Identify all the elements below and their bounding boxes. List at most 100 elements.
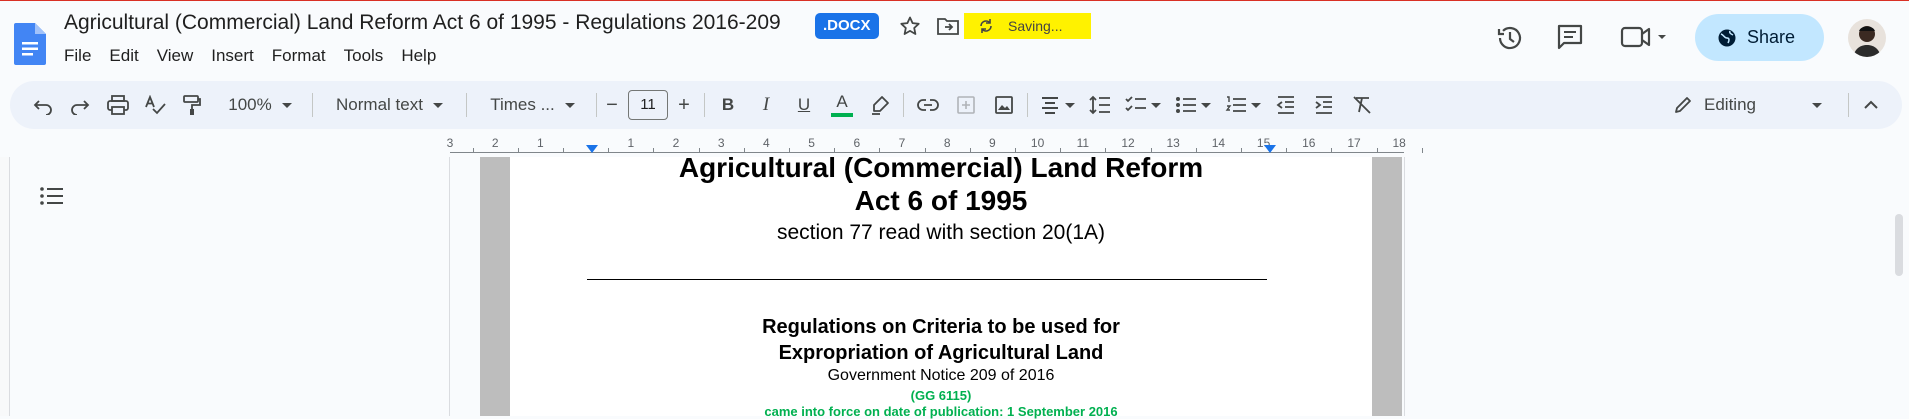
- ruler-tick-label: 1: [627, 136, 635, 150]
- ruler-tick-label: 2: [491, 136, 499, 150]
- star-icon[interactable]: [898, 14, 922, 38]
- meet-icon[interactable]: [1620, 23, 1668, 56]
- saving-status: Saving...: [964, 13, 1091, 39]
- menu-help[interactable]: Help: [401, 45, 445, 66]
- page-margin-left: [480, 157, 510, 416]
- italic-button[interactable]: I: [751, 81, 781, 129]
- ruler-tick-label: 8: [943, 136, 951, 150]
- menu-format[interactable]: Format: [272, 45, 335, 66]
- checklist-icon[interactable]: [1120, 81, 1166, 129]
- editing-mode-label: Editing: [1704, 95, 1756, 114]
- chevron-up-icon[interactable]: [1856, 81, 1886, 129]
- sync-icon: [980, 19, 992, 33]
- bulleted-list-icon[interactable]: [1170, 81, 1216, 129]
- numbered-list-icon[interactable]: [1220, 81, 1266, 129]
- vertical-ruler: [0, 157, 10, 416]
- page-edge: [1404, 157, 1405, 416]
- doc-heading-line2: Act 6 of 1995: [854, 185, 1028, 216]
- chevron-down-icon: [1151, 102, 1161, 108]
- history-icon[interactable]: [1495, 23, 1525, 58]
- page-edge: [449, 157, 450, 416]
- redo-icon[interactable]: [65, 81, 95, 129]
- doc-section-line: section 77 read with section 20(1A): [776, 221, 1105, 244]
- toolbar-divider: [704, 93, 705, 117]
- ruler-tick-label: 13: [1166, 136, 1180, 150]
- ruler-tick: [1376, 148, 1378, 153]
- style-select[interactable]: Normal text: [322, 81, 457, 129]
- ruler-tick-label: 17: [1347, 136, 1361, 150]
- move-to-folder-icon[interactable]: [936, 15, 960, 37]
- toolbar-divider: [312, 93, 313, 117]
- menu-bar: File Edit View Insert Format Tools Help: [64, 45, 454, 66]
- increase-indent-icon[interactable]: [1309, 81, 1339, 129]
- ruler-tick-label: 11: [1076, 136, 1090, 150]
- link-icon[interactable]: [913, 81, 943, 129]
- chevron-down-icon: [1064, 102, 1075, 108]
- print-icon[interactable]: [103, 81, 133, 129]
- decrease-font-button[interactable]: −: [598, 81, 626, 129]
- text-color-swatch: [831, 113, 853, 117]
- image-icon[interactable]: [989, 81, 1019, 129]
- zoom-select[interactable]: 100%: [215, 81, 305, 129]
- vertical-scrollbar[interactable]: [1895, 214, 1903, 276]
- highlighter-icon[interactable]: [865, 81, 895, 129]
- gazette-number: (GG 6115): [910, 388, 972, 403]
- docs-logo-icon[interactable]: [14, 23, 46, 65]
- clear-formatting-icon[interactable]: [1347, 81, 1377, 129]
- ruler-tick-label: 5: [808, 136, 815, 150]
- ruler-tick-label: 12: [1121, 136, 1135, 150]
- ruler-tick: [1421, 148, 1423, 153]
- share-button[interactable]: Share: [1695, 14, 1824, 61]
- outline-icon[interactable]: [40, 186, 64, 211]
- editing-mode-select[interactable]: Editing: [1660, 81, 1840, 129]
- paint-format-icon[interactable]: [177, 81, 207, 129]
- ruler-tick-label: 10: [1030, 136, 1045, 150]
- government-notice: Government Notice 209 of 2016: [827, 367, 1055, 384]
- comment-icon[interactable]: [1556, 23, 1584, 56]
- ruler-tick-label: 18: [1392, 136, 1406, 150]
- underline-button[interactable]: U: [789, 81, 819, 129]
- ruler-tick-label: 6: [853, 136, 861, 150]
- ruler-tick-label: 3: [446, 136, 454, 150]
- menu-file[interactable]: File: [64, 45, 100, 66]
- toolbar-divider: [903, 93, 904, 117]
- toolbar: 100% Normal text Times ... − 11 + B I U …: [10, 81, 1902, 129]
- ruler-tick-label: 7: [898, 136, 906, 150]
- commencement-note: came into force on date of publication: …: [764, 404, 1118, 419]
- font-select[interactable]: Times ...: [475, 81, 590, 129]
- ruler-tick-label: 9: [989, 136, 996, 150]
- increase-font-button[interactable]: +: [670, 81, 698, 129]
- text-color-button[interactable]: A: [827, 81, 857, 129]
- font-size-input[interactable]: 11: [628, 90, 668, 120]
- doc-heading-line1: Agricultural (Commercial) Land Reform: [678, 152, 1204, 183]
- spellcheck-icon[interactable]: [140, 81, 170, 129]
- add-comment-icon[interactable]: [951, 81, 981, 129]
- avatar[interactable]: [1848, 19, 1886, 57]
- menu-edit[interactable]: Edit: [109, 45, 147, 66]
- document-title[interactable]: Agricultural (Commercial) Land Reform Ac…: [64, 11, 781, 35]
- chevron-down-icon: [281, 102, 292, 108]
- chevron-down-icon: [564, 102, 575, 108]
- menu-view[interactable]: View: [157, 45, 203, 66]
- reg-title-line2: Expropriation of Agricultural Land: [778, 342, 1104, 364]
- title-bar: Agricultural (Commercial) Land Reform Ac…: [0, 1, 1909, 81]
- align-icon[interactable]: [1035, 81, 1079, 129]
- page-margin-right: [1372, 157, 1402, 416]
- menu-tools[interactable]: Tools: [344, 45, 393, 66]
- horizontal-rule: [587, 279, 1267, 280]
- line-spacing-icon[interactable]: [1085, 81, 1115, 129]
- pencil-icon: [1675, 97, 1691, 113]
- font-value: Times ...: [490, 95, 555, 114]
- bold-button[interactable]: B: [713, 81, 743, 129]
- toolbar-divider: [1848, 93, 1849, 117]
- style-value: Normal text: [336, 95, 423, 114]
- decrease-indent-icon[interactable]: [1271, 81, 1301, 129]
- ruler-tick: [472, 148, 474, 153]
- menu-insert[interactable]: Insert: [211, 45, 263, 66]
- toolbar-divider: [596, 93, 597, 117]
- ruler-tick-label: 16: [1302, 136, 1316, 150]
- reg-title-line1: Regulations on Criteria to be used for: [762, 316, 1120, 338]
- undo-icon[interactable]: [28, 81, 58, 129]
- document-area: 3 2 1 1 2 3 4 5 6 7 8 9 10 11 12 13 14 15 16 17 18 Agricultu…: [0, 129, 1909, 419]
- text-color-label: A: [836, 92, 848, 111]
